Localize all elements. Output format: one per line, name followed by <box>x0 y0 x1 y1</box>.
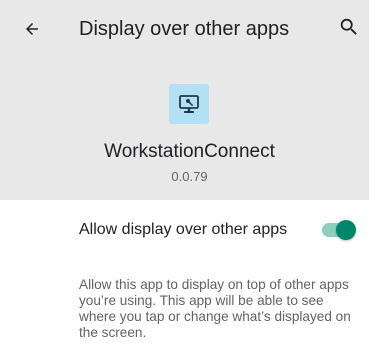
toolbar: Display over other apps <box>0 0 369 58</box>
app-icon <box>169 84 209 124</box>
arrow-back-icon <box>26 23 38 35</box>
setting-description: Allow this app to display on top of othe… <box>79 277 351 340</box>
app-info-header: Display over other apps WorkstationConne… <box>0 0 369 200</box>
allow-display-over-apps-row[interactable]: Allow display over other apps <box>0 200 369 260</box>
search-icon <box>340 18 357 35</box>
toggle-thumb <box>336 220 356 240</box>
workstation-remote-desktop-icon <box>179 95 199 113</box>
search-button[interactable] <box>337 15 361 39</box>
page-title: Display over other apps <box>79 18 290 40</box>
allow-display-toggle[interactable] <box>320 220 356 240</box>
setting-label: Allow display over other apps <box>79 221 288 238</box>
back-button[interactable] <box>20 17 44 41</box>
app-name: WorkstationConnect <box>104 141 275 162</box>
app-version: 0.0.79 <box>171 169 208 184</box>
